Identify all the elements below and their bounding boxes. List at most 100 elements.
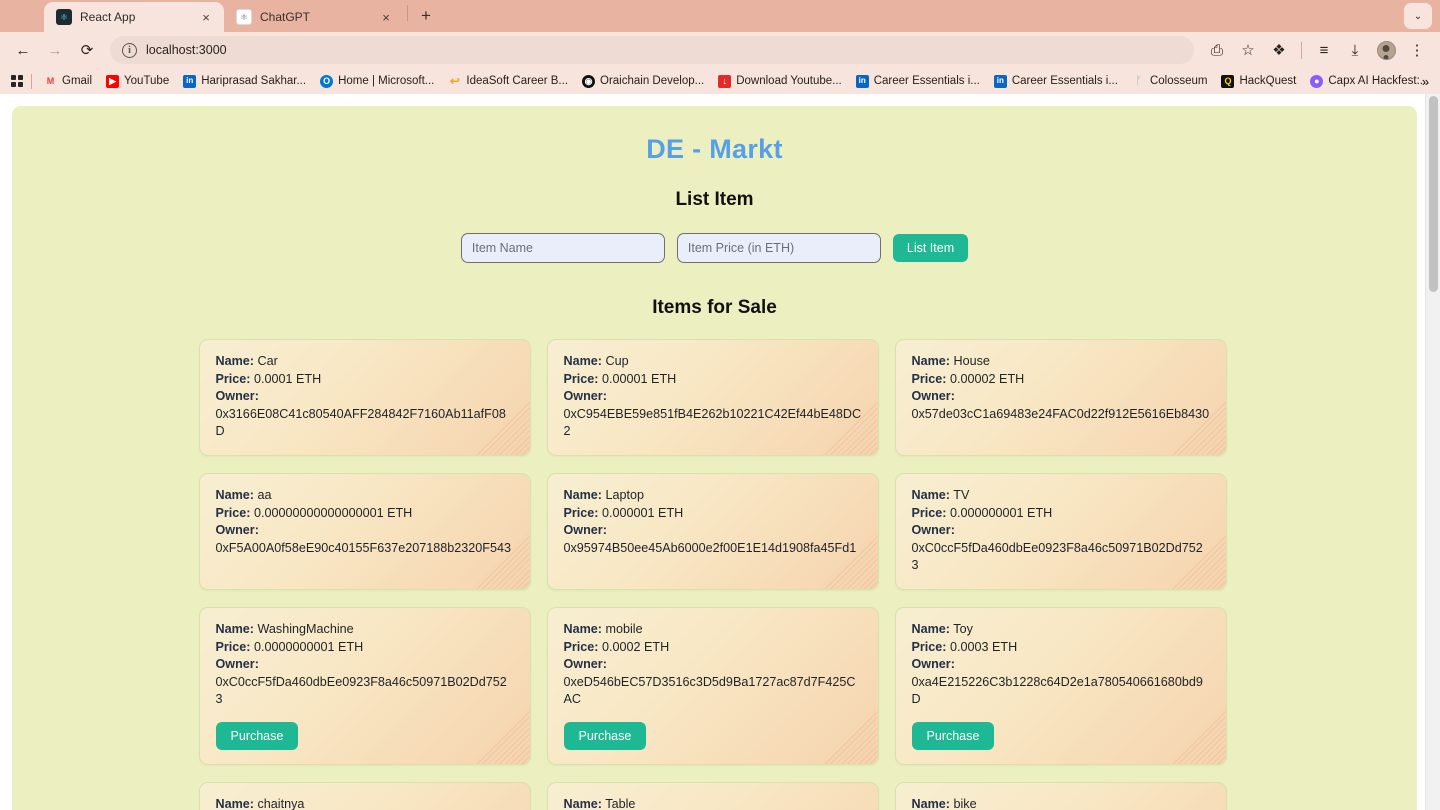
apps-grid-icon[interactable]	[6, 73, 28, 89]
oraichain-icon: ◉	[582, 74, 596, 88]
tab-search-chevron-down-icon[interactable]: ⌄	[1404, 3, 1432, 29]
chrome-menu-icon[interactable]: ⋮	[1402, 35, 1432, 65]
item-name: aa	[257, 487, 272, 502]
bookmark-colosseum[interactable]: ᚠ Colosseum	[1125, 73, 1215, 90]
item-owner-address: 0xC954EBE59e851fB4E262b10221C42Ef44bE48D…	[563, 406, 862, 439]
bookmark-ideasoft-career[interactable]: ↩ IdeaSoft Career B...	[441, 73, 575, 90]
item-name: Table	[605, 797, 636, 810]
items-grid: Name: Car Price: 0.0001 ETH Owner: 0x316…	[198, 339, 1231, 810]
item-price: 0.00001 ETH	[602, 371, 677, 386]
new-tab-button[interactable]: +	[413, 3, 439, 29]
purchase-button[interactable]: Purchase	[911, 721, 995, 751]
item-price: 0.000000001 ETH	[950, 505, 1053, 520]
reload-icon[interactable]: ⟳	[72, 35, 102, 65]
bookmark-label: Capx AI Hackfest:...	[1328, 75, 1430, 87]
bookmark-youtube[interactable]: ▶ YouTube	[99, 73, 176, 90]
linkedin-icon: in	[855, 74, 869, 88]
item-card: Name: TV Price: 0.000000001 ETH Owner: 0…	[894, 472, 1227, 590]
tab-chatgpt[interactable]: ⚛ ChatGPT ×	[224, 2, 404, 32]
price-label: Price:	[911, 505, 947, 520]
bookmark-home-microsoft[interactable]: O Home | Microsoft...	[313, 73, 441, 90]
cast-icon[interactable]: ⎙	[1202, 35, 1232, 65]
purchase-button[interactable]: Purchase	[563, 721, 647, 751]
page-viewport: DE - Markt List Item List Item Items for…	[0, 94, 1440, 810]
item-price: 0.000001 ETH	[602, 505, 684, 520]
item-owner-address: 0xa4E215226C3b1228c64D2e1a780540661680bd…	[911, 674, 1203, 707]
owner-label-row: Owner:	[912, 388, 1210, 406]
downloads-icon[interactable]: ⤓	[1340, 35, 1370, 65]
name-label: Name:	[215, 797, 255, 810]
bookmark-star-icon[interactable]: ☆	[1233, 35, 1263, 65]
item-name-row: Name: Table	[564, 796, 862, 810]
item-owner-address: 0x57de03cC1a69483e24FAC0d22f912E5616Eb84…	[911, 406, 1210, 421]
profile-avatar[interactable]	[1371, 35, 1401, 65]
owner-label-row: Owner:	[564, 522, 862, 540]
bookmark-gmail[interactable]: M Gmail	[37, 73, 99, 90]
page-scrollbar[interactable]	[1425, 94, 1440, 810]
item-price-row: Price: 0.0002 ETH	[564, 639, 862, 657]
site-info-icon[interactable]: i	[122, 42, 137, 58]
bookmark-label: Oraichain Develop...	[600, 75, 705, 87]
extensions-puzzle-icon[interactable]: ❖	[1264, 35, 1294, 65]
list-item-button[interactable]: List Item	[892, 233, 969, 263]
purchase-button[interactable]: Purchase	[215, 721, 299, 751]
item-name: mobile	[605, 621, 643, 636]
bookmarks-bar: M Gmail ▶ YouTube in Hariprasad Sakhar..…	[0, 68, 1440, 94]
close-icon[interactable]: ×	[198, 9, 214, 25]
address-bar[interactable]: i localhost:3000	[110, 36, 1194, 64]
url-text[interactable]: localhost:3000	[146, 43, 1182, 57]
name-label: Name:	[911, 354, 951, 368]
item-name-row: Name: WashingMachine	[216, 621, 514, 639]
microsoft-icon: O	[320, 74, 334, 88]
scrollbar-thumb[interactable]	[1429, 96, 1438, 292]
bookmark-career-essentials-2[interactable]: in Career Essentials i...	[987, 73, 1125, 90]
reading-list-icon[interactable]: ≡	[1309, 35, 1339, 65]
react-icon: ⚛	[56, 9, 72, 25]
name-label: Name:	[563, 797, 603, 810]
bookmark-label: Career Essentials i...	[1011, 75, 1118, 87]
price-label: Price:	[215, 505, 251, 520]
owner-label: Owner:	[911, 523, 955, 538]
bookmark-label: Download Youtube...	[736, 75, 842, 87]
item-card: Name: Table Price: 0.00001 ETH Owner: 0x…	[546, 782, 879, 810]
owner-label-row: Owner:	[564, 656, 862, 674]
item-name-row: Name: Toy	[912, 621, 1210, 639]
bookmark-hackquest[interactable]: Q HackQuest	[1214, 73, 1303, 90]
item-card: Name: Toy Price: 0.0003 ETH Owner: 0xa4E…	[894, 606, 1227, 766]
item-name-row: Name: bike	[912, 796, 1210, 810]
bookmark-label: YouTube	[124, 75, 170, 87]
tab-title: React App	[80, 10, 136, 24]
item-price-row: Price: 0.0000000001 ETH	[216, 639, 514, 657]
bookmark-download-youtube[interactable]: ↓ Download Youtube...	[711, 73, 849, 90]
browser-window: ⚛ React App × ⚛ ChatGPT × + ⌄ ← → ⟳ i lo…	[0, 0, 1440, 810]
bookmark-hariprasad-sakhar[interactable]: in Hariprasad Sakhar...	[176, 73, 313, 90]
bookmark-career-essentials-1[interactable]: in Career Essentials i...	[849, 73, 987, 90]
tab-react-app[interactable]: ⚛ React App ×	[44, 2, 224, 32]
bookmarks-overflow-icon[interactable]: »	[1417, 72, 1434, 91]
item-name-row: Name: Car	[216, 353, 514, 371]
capx-icon: ●	[1310, 74, 1324, 88]
item-name-input[interactable]	[460, 233, 665, 263]
item-price-input[interactable]	[676, 233, 881, 263]
items-for-sale-heading: Items for Sale	[652, 297, 777, 318]
item-price-row: Price: 0.0003 ETH	[912, 639, 1210, 657]
bookmark-label: Colosseum	[1149, 75, 1208, 87]
bookmark-label: Hariprasad Sakhar...	[201, 75, 307, 87]
forward-arrow-icon[interactable]: →	[40, 35, 70, 65]
ideasoft-icon: ↩	[449, 74, 460, 88]
youtube-icon: ▶	[106, 74, 120, 88]
price-label: Price:	[563, 505, 599, 520]
item-name: Laptop	[605, 487, 645, 502]
item-card: Name: aa Price: 0.00000000000000001 ETH …	[198, 472, 531, 590]
item-card: Name: Cup Price: 0.00001 ETH Owner: 0xC9…	[546, 339, 879, 456]
item-name: WashingMachine	[257, 621, 354, 636]
bookmark-yukti-national[interactable]: ◉ YUKTI-National In...	[1436, 73, 1440, 90]
item-owner-address: 0xC0ccF5fDa460dbEe0923F8a46c50971B02Dd75…	[215, 674, 507, 707]
close-icon[interactable]: ×	[378, 9, 394, 25]
bookmark-oraichain-develop[interactable]: ◉ Oraichain Develop...	[575, 73, 711, 90]
item-price: 0.00000000000000001 ETH	[254, 505, 413, 520]
owner-label: Owner:	[215, 657, 259, 672]
item-name-row: Name: Cup	[564, 353, 862, 371]
back-arrow-icon[interactable]: ←	[8, 35, 38, 65]
item-price-row: Price: 0.00000000000000001 ETH	[216, 505, 514, 523]
